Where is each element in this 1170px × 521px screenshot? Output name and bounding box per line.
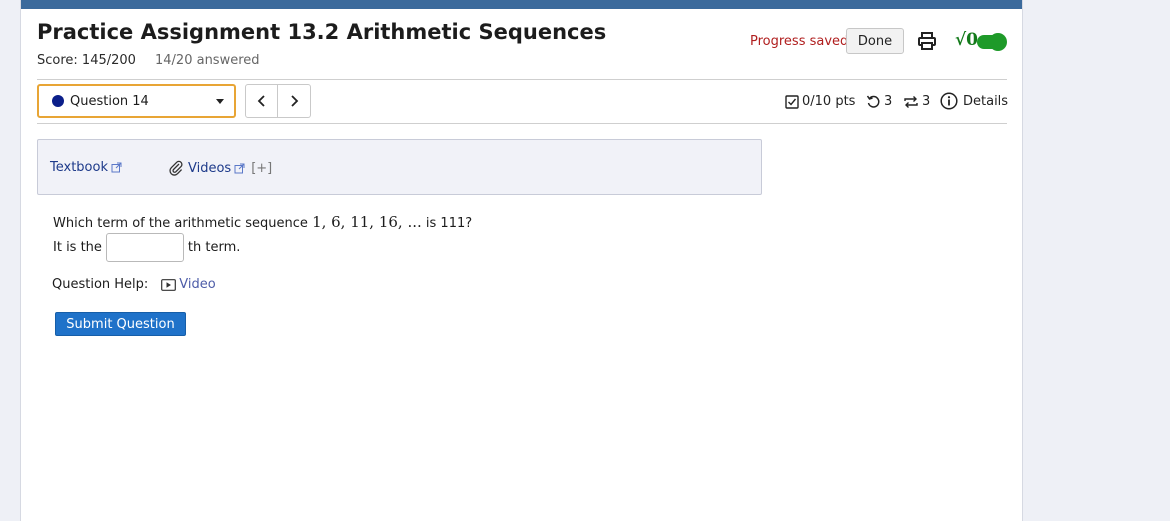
assignment-panel: Practice Assignment 13.2 Arithmetic Sequ… <box>20 0 1023 521</box>
details-link[interactable]: Details <box>940 92 1008 110</box>
next-question-button[interactable] <box>278 84 311 118</box>
sqrt-icon: √0 <box>955 30 979 50</box>
retry-icon <box>866 95 880 108</box>
attempts-icon <box>904 95 918 108</box>
videos-label: Videos <box>188 160 232 176</box>
chevron-left-icon <box>257 95 265 107</box>
chevron-right-icon <box>291 95 299 107</box>
prompt-prefix: Which term of the arithmetic sequence <box>53 216 313 231</box>
textbook-link[interactable]: Textbook <box>50 160 122 175</box>
details-label: Details <box>963 93 1009 109</box>
answer-suffix: th term. <box>187 240 241 255</box>
divider <box>37 79 1007 80</box>
top-bar <box>21 0 1022 9</box>
attempts-value: 3 <box>922 94 931 109</box>
status-dot-icon <box>52 95 64 107</box>
answered-count: 14/20 answered <box>155 53 260 68</box>
print-icon[interactable] <box>917 31 937 51</box>
answer-line: It is the th term. <box>53 233 240 262</box>
textbook-label: Textbook <box>50 160 108 175</box>
question-select[interactable]: Question 14 <box>37 84 236 118</box>
question-select-label: Question 14 <box>70 93 149 109</box>
paperclip-icon <box>169 160 183 176</box>
prompt-suffix: is 111? <box>421 216 473 231</box>
retries-value: 3 <box>884 94 893 109</box>
sequence-math: 1, 6, 11, 16, ... <box>312 213 422 231</box>
expand-resources-button[interactable]: [+] <box>251 161 272 176</box>
score-label: Score: 145/200 <box>37 53 136 68</box>
points-value: 0/10 pts <box>802 94 856 109</box>
question-help-label: Question Help: <box>52 277 149 292</box>
videos-link[interactable]: Videos [+] <box>168 160 272 176</box>
retries-indicator: 3 <box>866 94 892 109</box>
question-nav-buttons <box>245 84 311 118</box>
question-help: Question Help: Video <box>52 277 216 292</box>
video-icon <box>161 278 177 291</box>
help-video-link[interactable]: Video <box>179 277 215 292</box>
previous-question-button[interactable] <box>245 84 278 118</box>
answer-prefix: It is the <box>53 240 102 255</box>
question-prompt: Which term of the arithmetic sequence 1,… <box>53 213 472 231</box>
caret-down-icon <box>216 99 224 104</box>
progress-saved-status: Progress saved <box>750 34 849 49</box>
toggle-icon[interactable] <box>977 33 1007 51</box>
submit-question-button[interactable]: Submit Question <box>55 312 186 336</box>
answer-input[interactable] <box>105 233 184 262</box>
points-indicator: 0/10 pts <box>785 94 855 109</box>
external-link-icon <box>234 163 245 173</box>
checkbox-icon <box>785 94 799 109</box>
info-icon <box>940 92 958 110</box>
external-link-icon <box>111 162 122 173</box>
page-title: Practice Assignment 13.2 Arithmetic Sequ… <box>37 20 607 44</box>
divider <box>37 123 1007 124</box>
attempts-indicator: 3 <box>903 94 930 109</box>
done-button[interactable]: Done <box>846 28 904 54</box>
resources-box: Textbook Videos [+] <box>37 139 762 195</box>
